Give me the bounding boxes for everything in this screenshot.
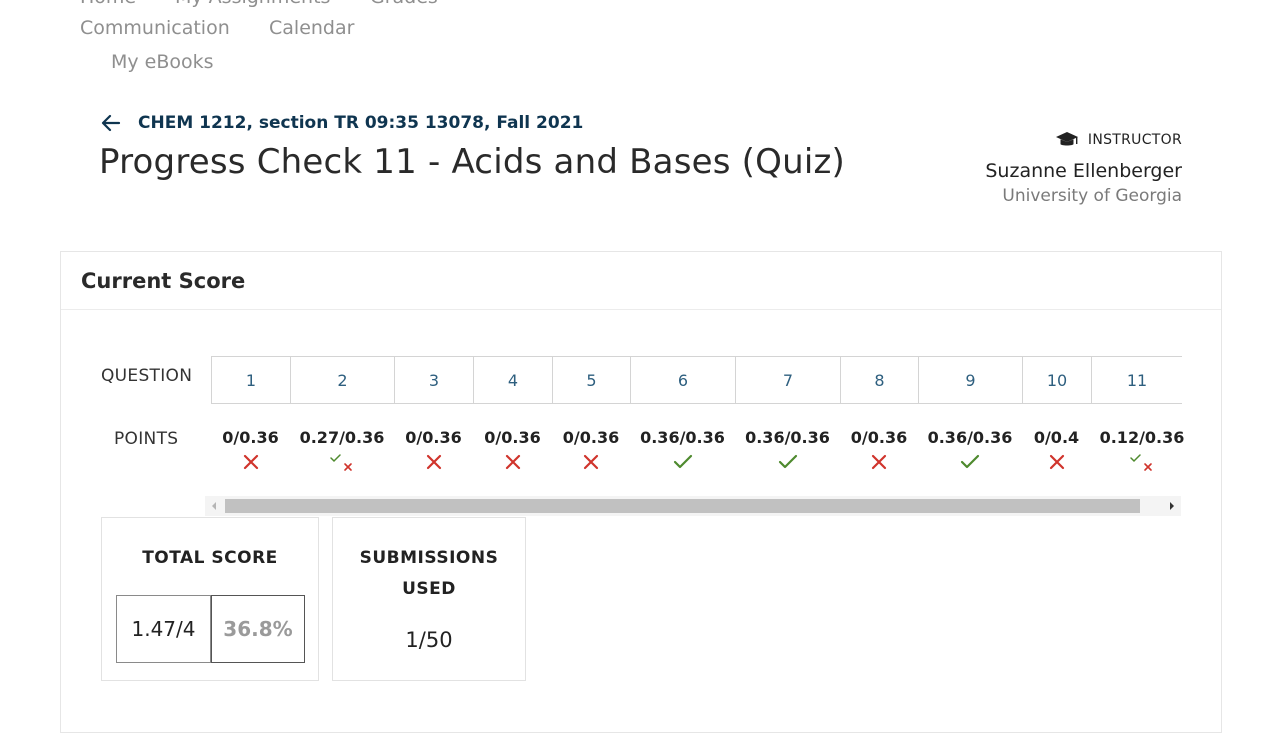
correct-check-icon <box>673 454 692 469</box>
instructor-name: Suzanne Ellenberger <box>985 160 1182 182</box>
question-cell[interactable]: 6 <box>631 357 736 403</box>
points-cell: 0/0.36 <box>473 428 552 478</box>
total-score-fraction: 1.47/4 <box>116 595 211 663</box>
incorrect-x-icon <box>583 454 599 470</box>
question-cell[interactable]: 11 <box>1092 357 1182 403</box>
points-cell: 0/0.36 <box>394 428 473 478</box>
incorrect-x-icon <box>871 454 887 470</box>
arrow-left-icon[interactable] <box>100 112 122 134</box>
total-score-percent: 36.8% <box>211 595 305 663</box>
question-row-label: QUESTION <box>101 366 193 386</box>
top-navigation: Home My Assignments Grades Communication… <box>0 0 1280 80</box>
points-cell: 0.36/0.36 <box>630 428 735 478</box>
points-cell: 0/0.36 <box>211 428 290 478</box>
question-cell[interactable]: 5 <box>553 357 631 403</box>
scroll-left-icon[interactable] <box>205 496 223 516</box>
question-cell[interactable]: 10 <box>1023 357 1092 403</box>
submissions-title-line1: SUBMISSIONS <box>359 548 499 568</box>
points-value: 0/0.36 <box>405 428 462 447</box>
scrollbar-thumb[interactable] <box>225 499 1140 513</box>
question-cell[interactable]: 3 <box>395 357 474 403</box>
instructor-institution: University of Georgia <box>1002 186 1182 206</box>
correct-check-icon <box>778 454 797 469</box>
points-cell: 0/0.36 <box>840 428 918 478</box>
incorrect-x-icon <box>505 454 520 470</box>
instructor-info: INSTRUCTOR Suzanne Ellenberger Universit… <box>985 130 1182 206</box>
points-value: 0.27/0.36 <box>299 428 385 447</box>
partial-credit-icon <box>330 454 352 471</box>
question-cell[interactable]: 8 <box>841 357 919 403</box>
points-cell: 0.36/0.36 <box>918 428 1022 478</box>
points-cell: 0.27/0.36 <box>290 428 394 478</box>
nav-grades[interactable]: Grades <box>370 0 438 8</box>
submissions-used-box: SUBMISSIONS USED 1/50 <box>332 517 526 681</box>
partial-credit-icon <box>1130 454 1152 471</box>
scroll-right-icon[interactable] <box>1163 496 1181 516</box>
question-number-row: 1 2 3 4 5 6 7 8 9 10 11 <box>211 356 1182 404</box>
page-title: Progress Check 11 - Acids and Bases (Qui… <box>99 142 845 182</box>
total-score-title: TOTAL SCORE <box>142 548 278 568</box>
points-cell: 0.12/0.36 <box>1091 428 1193 478</box>
card-header: Current Score <box>61 252 1221 310</box>
course-breadcrumb: CHEM 1212, section TR 09:35 13078, Fall … <box>100 112 583 134</box>
nav-my-assignments[interactable]: My Assignments <box>175 0 330 8</box>
course-link[interactable]: CHEM 1212, section TR 09:35 13078, Fall … <box>138 113 583 133</box>
incorrect-x-icon <box>243 454 258 470</box>
total-score-box: TOTAL SCORE 1.47/4 36.8% <box>101 517 319 681</box>
points-value: 0.12/0.36 <box>1099 428 1185 447</box>
question-cell[interactable]: 4 <box>474 357 553 403</box>
graduation-cap-icon <box>1055 132 1078 146</box>
points-value: 0/0.36 <box>850 428 908 447</box>
current-score-card: Current Score QUESTION POINTS 1 2 3 4 5 … <box>60 251 1222 733</box>
question-cell[interactable]: 9 <box>919 357 1023 403</box>
correct-check-icon <box>960 454 980 469</box>
submissions-title-line2: USED <box>402 579 456 599</box>
question-cell[interactable]: 1 <box>212 357 291 403</box>
nav-my-ebooks[interactable]: My eBooks <box>111 51 214 73</box>
incorrect-x-icon <box>1049 454 1064 470</box>
submissions-used-value: 1/50 <box>405 628 453 652</box>
points-value: 0/0.4 <box>1033 428 1080 447</box>
nav-calendar[interactable]: Calendar <box>269 17 354 39</box>
nav-communication[interactable]: Communication <box>80 17 230 39</box>
points-value: 0/0.36 <box>562 428 620 447</box>
question-cell[interactable]: 2 <box>291 357 395 403</box>
card-title: Current Score <box>81 269 246 293</box>
points-value: 0/0.36 <box>222 428 279 447</box>
points-cell: 0.36/0.36 <box>735 428 840 478</box>
points-cell: 0/0.36 <box>552 428 630 478</box>
points-row-label: POINTS <box>114 429 179 449</box>
question-cell[interactable]: 7 <box>736 357 841 403</box>
incorrect-x-icon <box>426 454 441 470</box>
points-value: 0.36/0.36 <box>640 428 725 447</box>
points-value: 0.36/0.36 <box>927 428 1013 447</box>
points-cell: 0/0.4 <box>1022 428 1091 478</box>
nav-home[interactable]: Home <box>80 0 136 8</box>
horizontal-scrollbar[interactable] <box>205 496 1181 516</box>
points-value: 0.36/0.36 <box>745 428 830 447</box>
points-value: 0/0.36 <box>484 428 541 447</box>
instructor-label: INSTRUCTOR <box>1087 132 1182 148</box>
